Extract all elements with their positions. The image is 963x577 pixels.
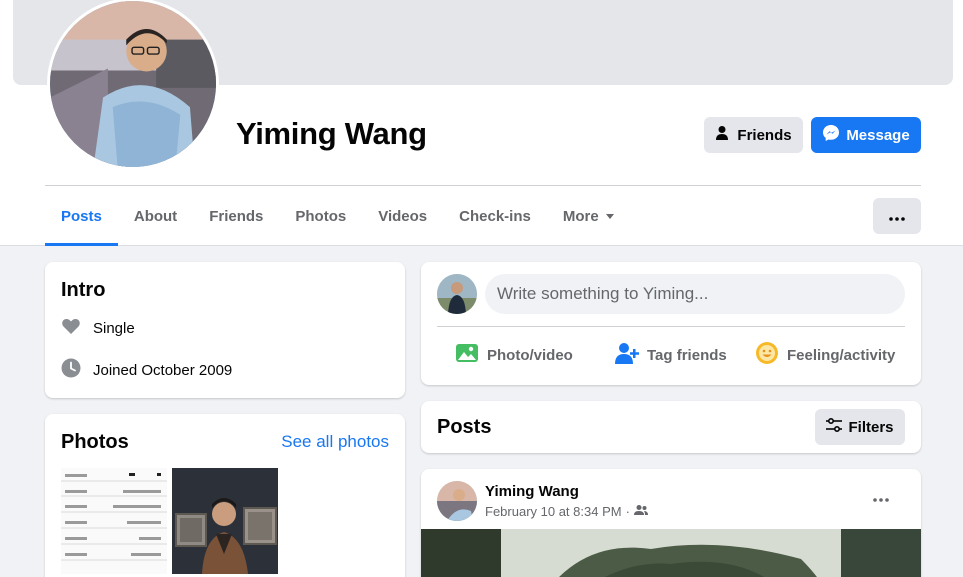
post-options-button[interactable] [873, 489, 889, 507]
friends-audience-icon[interactable] [633, 504, 648, 519]
profile-photo-image [50, 1, 216, 167]
photo-video-label: Photo/video [487, 346, 573, 364]
photo-thumbnail-document[interactable] [61, 468, 167, 574]
heart-icon [61, 316, 81, 340]
post-card: Yiming Wang February 10 at 8:34 PM · [421, 469, 921, 577]
composer-avatar[interactable] [437, 274, 477, 314]
composer-divider [437, 326, 905, 327]
person-check-icon [715, 125, 731, 145]
tab-posts[interactable]: Posts [45, 186, 118, 246]
tab-more[interactable]: More [547, 186, 630, 246]
tag-friends-button[interactable]: Tag friends [615, 342, 727, 368]
posts-header-card: Posts Filters [421, 401, 921, 453]
post-meta: February 10 at 8:34 PM · [485, 504, 648, 519]
more-options-button[interactable] [873, 198, 921, 234]
feeling-activity-label: Feeling/activity [787, 346, 896, 364]
intro-card: Intro Single Joined October 2009 [45, 262, 405, 398]
filters-button[interactable]: Filters [815, 409, 905, 445]
post-author-name[interactable]: Yiming Wang [485, 483, 579, 500]
profile-tabs: Posts About Friends Photos Videos Check-… [45, 186, 630, 246]
create-post-card: Write something to Yiming... Photo/video… [421, 262, 921, 385]
friends-button[interactable]: Friends [704, 117, 803, 153]
intro-joined: Joined October 2009 [61, 358, 232, 382]
caret-down-icon [605, 213, 614, 219]
photo-thumbnail-portrait[interactable] [172, 468, 278, 574]
clock-icon [61, 358, 81, 382]
ellipsis-icon [873, 489, 889, 506]
photo-video-button[interactable]: Photo/video [455, 342, 573, 368]
tag-friends-label: Tag friends [647, 346, 727, 364]
photos-title: Photos [61, 431, 129, 453]
tag-friends-icon [615, 341, 639, 369]
intro-relationship: Single [61, 316, 135, 340]
filters-label: Filters [848, 418, 894, 436]
feeling-activity-button[interactable]: Feeling/activity [755, 342, 895, 368]
smiley-icon [755, 341, 779, 369]
photos-card: Photos See all photos [45, 414, 405, 577]
sliders-icon [826, 417, 843, 436]
profile-name: Yiming Wang [236, 116, 427, 151]
profile-picture[interactable] [47, 0, 219, 170]
composer-placeholder: Write something to Yiming... [497, 284, 709, 303]
see-all-photos-link[interactable]: See all photos [281, 432, 389, 452]
meta-separator: · [625, 504, 630, 519]
message-button[interactable]: Message [811, 117, 921, 153]
message-button-label: Message [846, 126, 910, 144]
tab-photos[interactable]: Photos [279, 186, 362, 246]
joined-date: Joined October 2009 [93, 361, 233, 379]
relationship-status: Single [93, 319, 135, 337]
tab-friends[interactable]: Friends [193, 186, 279, 246]
post-image[interactable] [421, 529, 921, 577]
messenger-icon [822, 124, 840, 146]
ellipsis-icon [889, 208, 905, 225]
tab-about[interactable]: About [118, 186, 193, 246]
intro-title: Intro [61, 279, 106, 301]
friends-button-label: Friends [737, 126, 792, 144]
tab-videos[interactable]: Videos [362, 186, 443, 246]
tab-check-ins[interactable]: Check-ins [443, 186, 547, 246]
post-author-avatar[interactable] [437, 481, 477, 521]
composer-input[interactable]: Write something to Yiming... [485, 274, 905, 314]
post-timestamp[interactable]: February 10 at 8:34 PM [485, 504, 622, 519]
posts-section-title: Posts [437, 416, 492, 438]
photo-icon [455, 341, 479, 369]
profile-header: Yiming Wang Friends Message Posts About … [0, 0, 963, 246]
